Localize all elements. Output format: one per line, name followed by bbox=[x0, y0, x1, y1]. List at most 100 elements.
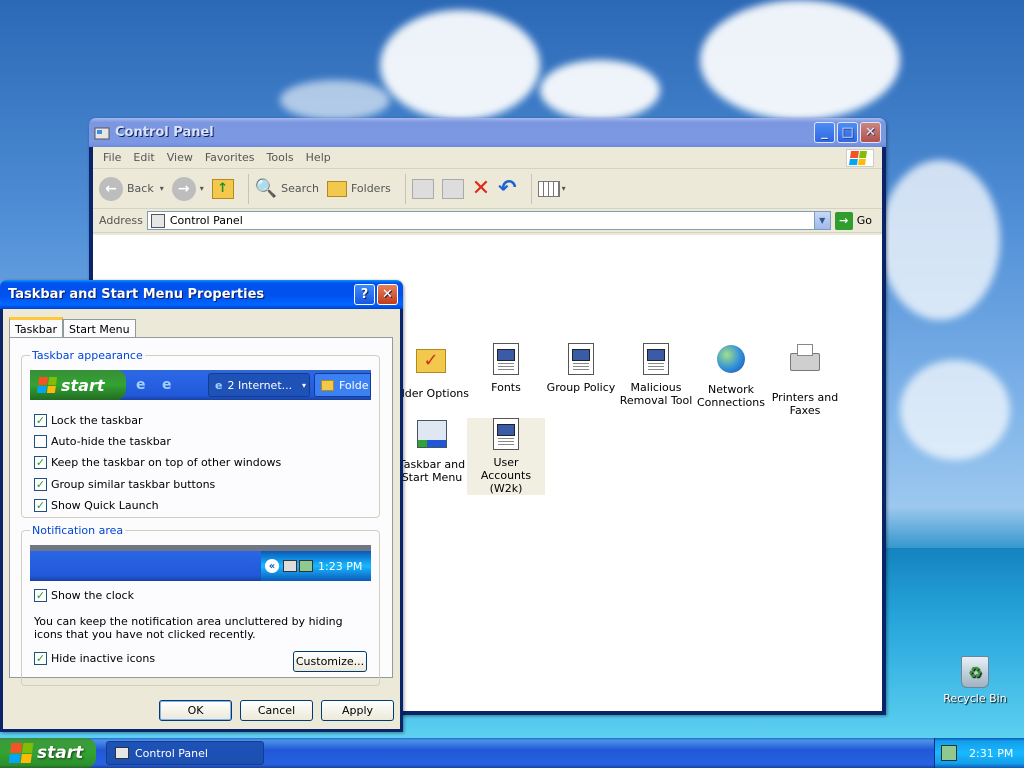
globe-icon bbox=[715, 345, 747, 377]
hide-inactive-checkbox[interactable]: ✓ Hide inactive icons bbox=[34, 652, 155, 665]
menu-help[interactable]: Help bbox=[300, 151, 337, 164]
cloud bbox=[280, 80, 390, 120]
tab-start-menu[interactable]: Start Menu bbox=[63, 319, 136, 338]
ie-icon: e bbox=[162, 377, 172, 393]
document-icon bbox=[565, 343, 597, 375]
menu-edit[interactable]: Edit bbox=[127, 151, 160, 164]
printer-icon bbox=[789, 344, 821, 385]
address-value: Control Panel bbox=[169, 214, 243, 227]
checkbox-checked-icon: ✓ bbox=[34, 456, 47, 469]
chevron-down-icon: ▾ bbox=[301, 380, 306, 390]
recycle-bin-icon: ♻ bbox=[961, 656, 989, 688]
toolbar-separator bbox=[530, 173, 532, 204]
undo-icon: ↶ bbox=[498, 176, 517, 201]
tray-app-icon[interactable] bbox=[941, 745, 957, 761]
copy-to-icon bbox=[441, 178, 464, 199]
menu-tools[interactable]: Tools bbox=[261, 151, 300, 164]
start-label: start bbox=[37, 743, 84, 763]
control-panel-titlebar[interactable]: Control Panel _ □ ✕ bbox=[89, 118, 886, 147]
cp-item-taskbar-and-start-menu[interactable]: Taskbar and Start Menu bbox=[393, 418, 471, 484]
back-arrow-icon: ← bbox=[99, 176, 123, 201]
forward-arrow-icon: → bbox=[171, 176, 196, 201]
preview-task-internet: e 2 Internet... ▾ bbox=[208, 373, 310, 397]
address-field[interactable]: Control Panel ▼ bbox=[146, 211, 831, 230]
minimize-button[interactable]: _ bbox=[814, 122, 835, 143]
preview-task-label: 2 Internet... bbox=[227, 378, 293, 392]
forward-button[interactable]: → ▾ bbox=[171, 176, 204, 201]
cp-item-group-policy[interactable]: Group Policy bbox=[542, 343, 620, 394]
cp-item-label: Printers and Faxes bbox=[771, 391, 839, 417]
cp-item-fonts[interactable]: Fonts bbox=[467, 343, 545, 394]
quick-launch-checkbox[interactable]: ✓ Show Quick Launch bbox=[34, 499, 159, 512]
back-button[interactable]: ← Back ▾ bbox=[99, 176, 164, 201]
views-button[interactable]: ▾ bbox=[537, 180, 566, 197]
cancel-button[interactable]: Cancel bbox=[240, 700, 313, 721]
toolbar-separator bbox=[404, 173, 406, 204]
network-icon bbox=[283, 560, 297, 572]
group-label: Taskbar appearance bbox=[30, 349, 145, 362]
close-button[interactable]: ✕ bbox=[860, 122, 881, 143]
keep-on-top-checkbox[interactable]: ✓ Keep the taskbar on top of other window… bbox=[34, 456, 281, 469]
back-label: Back bbox=[127, 182, 154, 195]
recycle-bin[interactable]: ♻ Recycle Bin bbox=[940, 656, 1010, 705]
folders-button[interactable]: Folders bbox=[326, 180, 391, 197]
cp-item-folder-options[interactable]: ✓ older Options bbox=[393, 343, 471, 400]
dialog-close-button[interactable]: ✕ bbox=[377, 284, 398, 305]
windows-flag-icon bbox=[8, 743, 34, 763]
undo-button[interactable]: ↶ bbox=[498, 176, 516, 201]
document-icon bbox=[490, 418, 522, 450]
search-button[interactable]: 🔍 Search bbox=[255, 178, 319, 199]
chevron-left-icon: « bbox=[265, 559, 279, 573]
document-icon bbox=[640, 343, 672, 375]
cp-item-network-connections[interactable]: Network Connections bbox=[692, 343, 770, 409]
tab-taskbar[interactable]: Taskbar bbox=[9, 317, 63, 338]
checkbox-label: Show Quick Launch bbox=[51, 499, 159, 512]
maximize-button[interactable]: □ bbox=[837, 122, 858, 143]
help-button[interactable]: ? bbox=[354, 284, 375, 305]
up-button[interactable]: ↑ bbox=[211, 178, 234, 199]
cp-item-user-accounts[interactable]: User Accounts (W2k) bbox=[467, 418, 545, 495]
auto-hide-checkbox[interactable]: Auto-hide the taskbar bbox=[34, 435, 171, 448]
taskbar-icon bbox=[416, 420, 448, 452]
cp-item-malicious-removal-tool[interactable]: Malicious Removal Tool bbox=[617, 343, 695, 407]
menu-favorites[interactable]: Favorites bbox=[199, 151, 261, 164]
checkbox-label: Show the clock bbox=[51, 589, 134, 602]
ie-icon: e bbox=[215, 378, 223, 392]
folder-options-icon: ✓ bbox=[416, 349, 448, 381]
taskbar-properties-dialog[interactable]: Taskbar and Start Menu Properties ? ✕ Ta… bbox=[0, 280, 403, 732]
apply-button[interactable]: Apply bbox=[321, 700, 394, 721]
checkbox-label: Keep the taskbar on top of other windows bbox=[51, 456, 282, 469]
recycle-bin-label: Recycle Bin bbox=[943, 692, 1007, 705]
address-dropdown-button[interactable]: ▼ bbox=[813, 212, 830, 229]
taskbar-item-label: Control Panel bbox=[135, 746, 208, 760]
preview-start-label: start bbox=[61, 375, 105, 395]
chevron-down-icon: ▾ bbox=[159, 184, 164, 193]
menu-view[interactable]: View bbox=[161, 151, 199, 164]
preview-task-label: Folde bbox=[339, 378, 369, 392]
cp-item-label: Group Policy bbox=[546, 381, 616, 394]
taskbar-clock[interactable]: 2:31 PM bbox=[969, 747, 1013, 760]
lock-taskbar-checkbox[interactable]: ✓ Lock the taskbar bbox=[34, 414, 143, 427]
delete-button[interactable]: ✕ bbox=[472, 176, 490, 201]
menu-file[interactable]: File bbox=[97, 151, 127, 164]
cloud bbox=[700, 0, 900, 120]
go-button[interactable]: → Go bbox=[834, 211, 872, 230]
show-clock-checkbox[interactable]: ✓ Show the clock bbox=[34, 589, 134, 602]
checkbox-label: Auto-hide the taskbar bbox=[51, 435, 171, 448]
checkbox-label: Hide inactive icons bbox=[51, 652, 156, 665]
checkbox-checked-icon: ✓ bbox=[34, 589, 47, 602]
move-to-button[interactable] bbox=[411, 178, 434, 199]
group-buttons-checkbox[interactable]: ✓ Group similar taskbar buttons bbox=[34, 478, 215, 491]
cp-item-printers-and-faxes[interactable]: Printers and Faxes bbox=[766, 343, 844, 417]
cp-item-label: User Accounts (W2k) bbox=[480, 456, 532, 495]
notification-preview: « 1:23 PM bbox=[30, 545, 371, 581]
taskbar-item-control-panel[interactable]: Control Panel bbox=[106, 741, 264, 765]
ie-icon: e bbox=[136, 377, 146, 393]
dialog-titlebar[interactable]: Taskbar and Start Menu Properties ? ✕ bbox=[0, 280, 403, 309]
folder-icon bbox=[326, 180, 347, 197]
ok-button[interactable]: OK bbox=[159, 700, 232, 721]
preview-start-button: start bbox=[30, 370, 126, 400]
customize-button[interactable]: Customize... bbox=[293, 651, 367, 672]
copy-to-button[interactable] bbox=[441, 178, 464, 199]
start-button[interactable]: start bbox=[0, 738, 96, 768]
